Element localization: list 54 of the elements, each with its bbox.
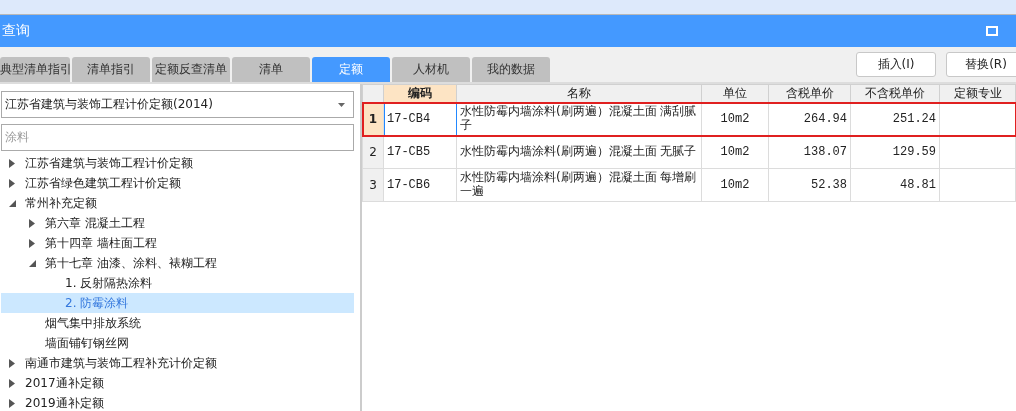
tree-item[interactable]: 1. 反射隔热涂料: [1, 273, 354, 293]
expanded-triangle-icon[interactable]: [9, 199, 16, 207]
action-button[interactable]: 替换(R): [946, 52, 1016, 77]
expanded-triangle-icon[interactable]: [29, 259, 36, 267]
collapsed-triangle-icon[interactable]: [9, 178, 15, 188]
window-title: 查询: [2, 22, 30, 40]
row-number: 3: [362, 168, 384, 202]
column-header[interactable]: 单位: [701, 84, 769, 103]
table-cell: 10m2: [701, 168, 769, 202]
tree-item[interactable]: 江苏省绿色建筑工程计价定额: [1, 173, 354, 193]
restore-icon[interactable]: [986, 26, 998, 36]
column-header[interactable]: 名称: [456, 84, 702, 103]
table-cell: 129.59: [850, 135, 940, 169]
tree-item[interactable]: 2. 防霉涂料: [1, 293, 354, 313]
tab[interactable]: 定额反查清单: [152, 57, 230, 82]
library-dropdown[interactable]: 江苏省建筑与装饰工程计价定额(2014): [1, 91, 354, 118]
tab[interactable]: 我的数据: [472, 57, 550, 82]
action-button[interactable]: 插入(I): [856, 52, 936, 77]
tree-item[interactable]: 第十七章 油漆、涂料、裱糊工程: [1, 253, 354, 273]
column-header[interactable]: 含税单价: [768, 84, 851, 103]
table-cell: 水性防霉内墙涂料(刷两遍）混凝土面 每增刷一遍: [456, 168, 702, 202]
table-cell: 17-CB5: [383, 135, 457, 169]
tree-item[interactable]: 2019通补定额: [1, 393, 354, 411]
collapsed-triangle-icon[interactable]: [29, 238, 35, 248]
tree-item[interactable]: 第六章 混凝土工程: [1, 213, 354, 233]
tab[interactable]: 典型清单指引: [0, 57, 70, 82]
tree-item[interactable]: 南通市建筑与装饰工程补充计价定额: [1, 353, 354, 373]
tree-item[interactable]: 常州补充定额: [1, 193, 354, 213]
table-cell: 10m2: [701, 135, 769, 169]
table-cell: 17-CB4: [383, 102, 457, 136]
collapsed-triangle-icon[interactable]: [9, 358, 15, 368]
tree-item[interactable]: 2017通补定额: [1, 373, 354, 393]
tree-item[interactable]: 墙面铺钉钢丝网: [1, 333, 354, 353]
column-header[interactable]: 不含税单价: [850, 84, 940, 103]
collapsed-triangle-icon[interactable]: [9, 398, 15, 408]
collapsed-triangle-icon[interactable]: [29, 218, 35, 228]
tree-item[interactable]: 烟气集中排放系统: [1, 313, 354, 333]
tab[interactable]: 人材机: [392, 57, 470, 82]
table-cell: 水性防霉内墙涂料(刷两遍）混凝土面 无腻子: [456, 135, 702, 169]
row-number: 2: [362, 135, 384, 169]
tree-item[interactable]: 江苏省建筑与装饰工程计价定额: [1, 153, 354, 173]
column-header[interactable]: 编码: [383, 84, 457, 103]
collapsed-triangle-icon[interactable]: [9, 158, 15, 168]
tab[interactable]: 清单指引: [72, 57, 150, 82]
tab[interactable]: 清单: [232, 57, 310, 82]
table-cell: 138.07: [768, 135, 851, 169]
collapsed-triangle-icon[interactable]: [9, 378, 15, 388]
tree-item[interactable]: 第十四章 墙柱面工程: [1, 233, 354, 253]
table-cell: 17-CB6: [383, 168, 457, 202]
table-cell: 48.81: [850, 168, 940, 202]
dropdown-caret-icon: [338, 102, 345, 107]
row-number: 1: [362, 102, 384, 136]
table-cell: 52.38: [768, 168, 851, 202]
column-header[interactable]: 定额专业: [939, 84, 1016, 103]
